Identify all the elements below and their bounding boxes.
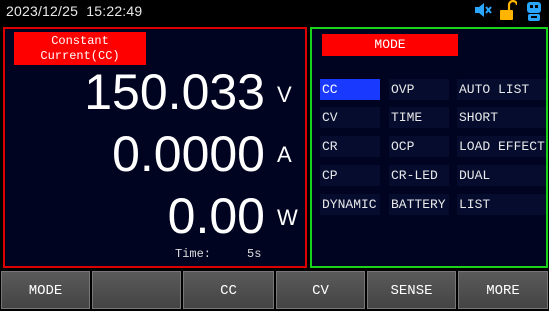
mode-line-2: Current(CC) <box>40 49 120 63</box>
current-unit: A <box>277 142 292 167</box>
time-value: 5s <box>247 247 262 261</box>
mode-panel-title: MODE <box>322 34 458 56</box>
softkey-sense[interactable]: SENSE <box>367 271 456 309</box>
elapsed-time: Time: 5s <box>175 247 261 261</box>
datetime: 2023/12/25 15:22:49 <box>6 3 142 19</box>
mode-option-time[interactable]: TIME <box>389 107 449 128</box>
mode-option-short[interactable]: SHORT <box>457 107 546 128</box>
softkey-bar: MODE CC CV SENSE MORE <box>0 269 549 311</box>
power-unit: W <box>277 205 298 230</box>
mode-line-1: Constant <box>51 34 109 48</box>
mode-option-list[interactable]: LIST <box>457 194 546 215</box>
mode-option-load-effect[interactable]: LOAD EFFECT <box>457 136 546 157</box>
mode-option-auto-list[interactable]: AUTO LIST <box>457 79 546 100</box>
remote-bot-icon[interactable] <box>524 0 544 22</box>
mode-option-cc[interactable]: CC <box>320 79 380 100</box>
softkey-mode[interactable]: MODE <box>1 271 90 309</box>
current-readout: 0.0000 <box>112 126 265 182</box>
softkey-cv[interactable]: CV <box>276 271 365 309</box>
mode-option-cv[interactable]: CV <box>320 107 380 128</box>
date-text: 2023/12/25 <box>6 3 79 19</box>
mode-option-ocp[interactable]: OCP <box>389 136 449 157</box>
mode-select-panel: MODE CC OVP AUTO LIST CV TIME SHORT CR O… <box>310 27 548 268</box>
measurement-panel: Constant Current(CC) 150.033 V 0.0000 A … <box>3 27 307 268</box>
mode-option-cp[interactable]: CP <box>320 165 380 186</box>
softkey-cc[interactable]: CC <box>183 271 274 309</box>
voltage-readout: 150.033 <box>84 64 265 120</box>
speaker-muted-icon[interactable] <box>474 0 492 20</box>
mode-option-dual[interactable]: DUAL <box>457 165 546 186</box>
softkey-blank[interactable] <box>92 271 181 309</box>
time-label: Time: <box>175 247 212 261</box>
mode-option-dynamic[interactable]: DYNAMIC <box>320 194 380 215</box>
time-text: 15:22:49 <box>86 3 143 19</box>
status-bar: 2023/12/25 15:22:49 <box>0 0 549 25</box>
mode-option-cr-led[interactable]: CR-LED <box>389 165 449 186</box>
mode-option-cr[interactable]: CR <box>320 136 380 157</box>
power-readout: 0.00 <box>167 188 265 244</box>
mode-option-ovp[interactable]: OVP <box>389 79 449 100</box>
voltage-unit: V <box>277 82 292 107</box>
unlocked-padlock-icon[interactable] <box>499 0 517 22</box>
softkey-more[interactable]: MORE <box>458 271 548 309</box>
mode-option-battery[interactable]: BATTERY <box>389 194 449 215</box>
operating-mode-badge: Constant Current(CC) <box>14 32 146 65</box>
